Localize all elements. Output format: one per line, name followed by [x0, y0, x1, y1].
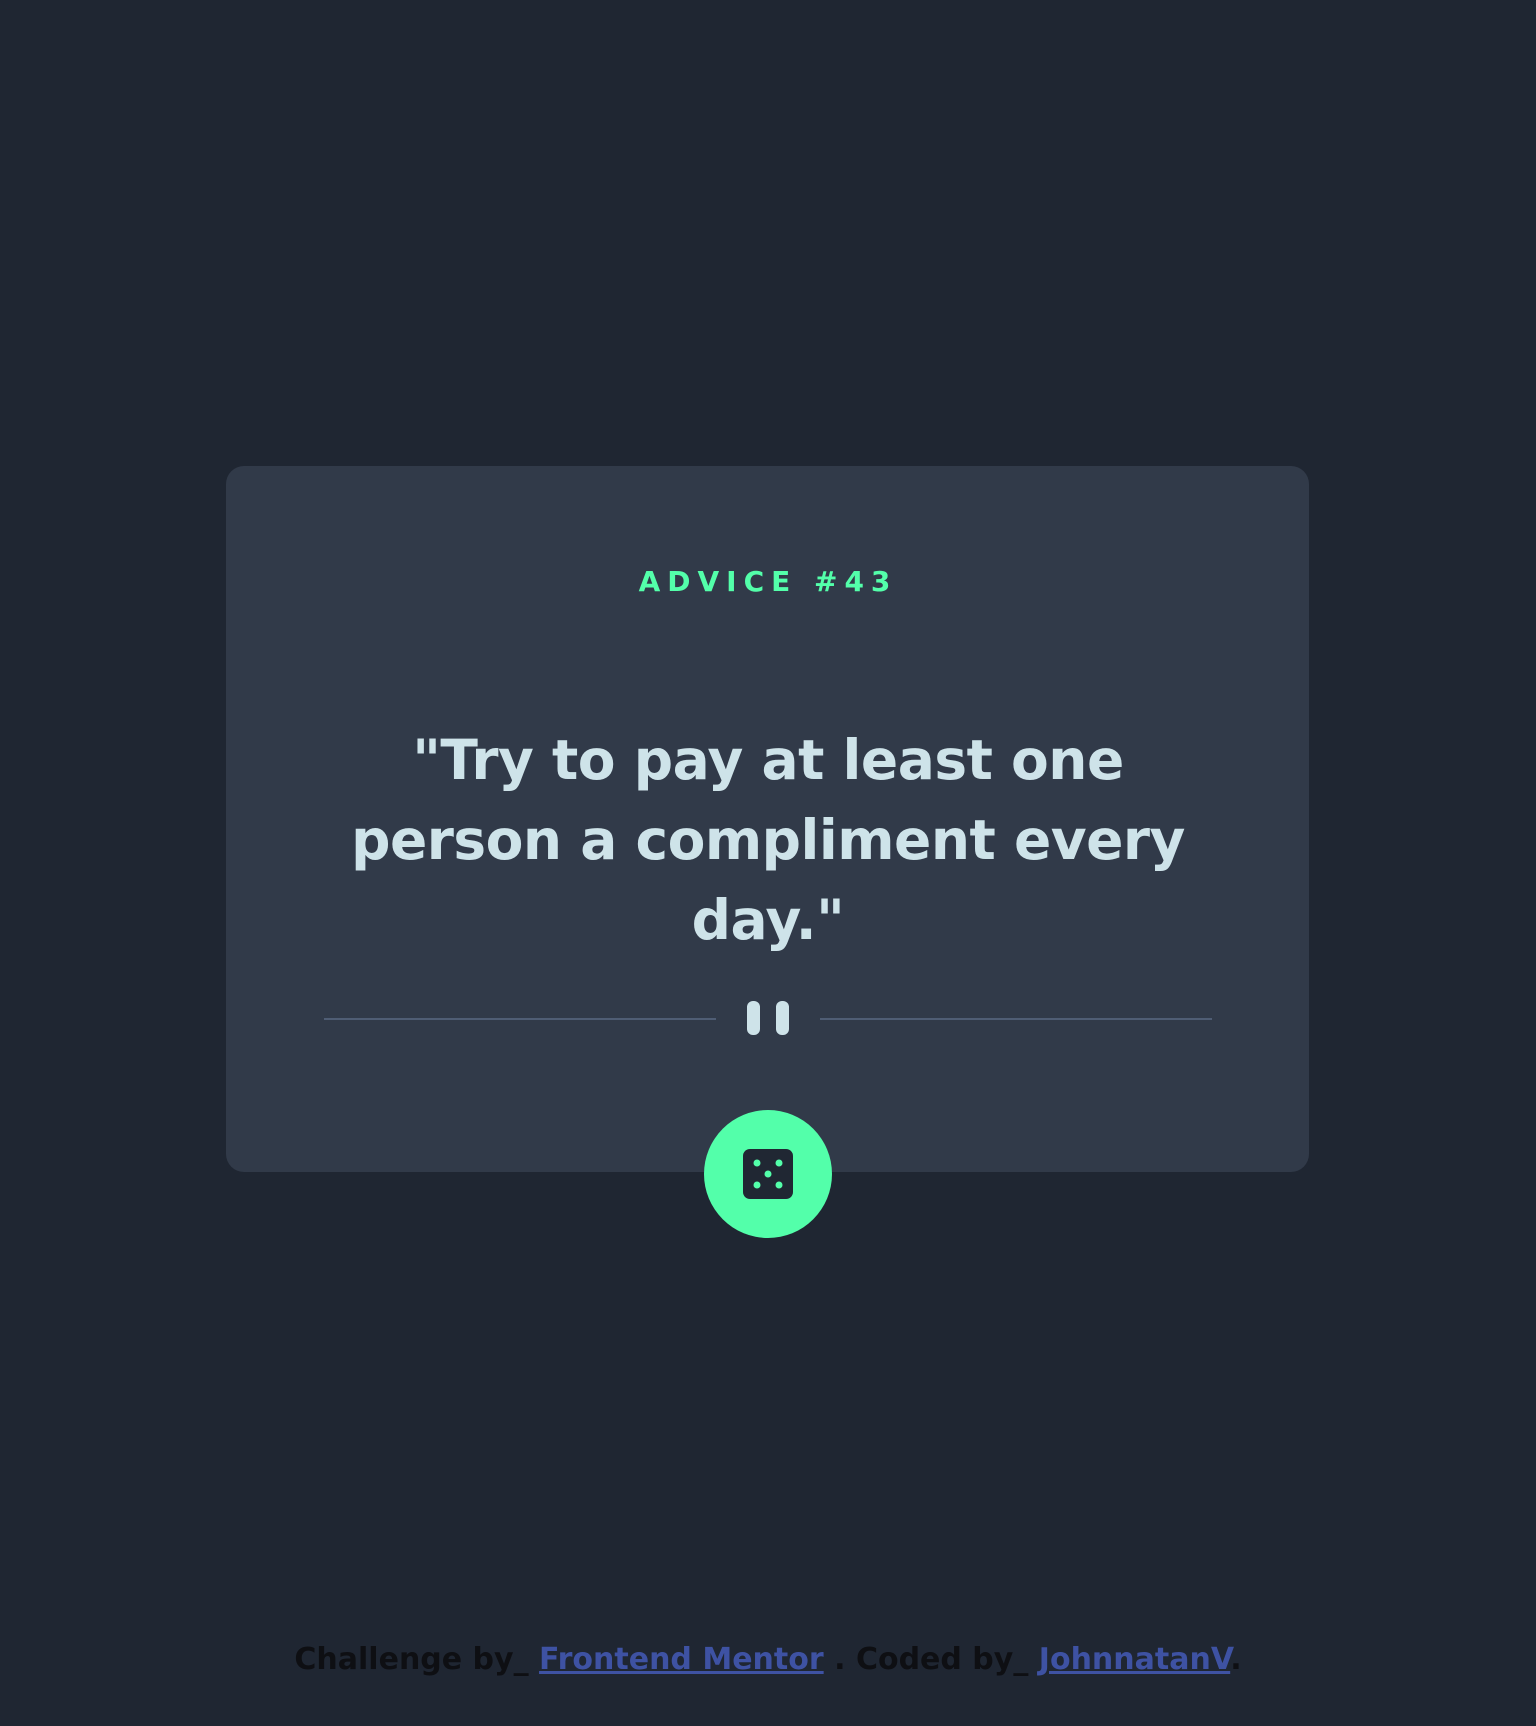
divider-left	[324, 1018, 716, 1020]
new-advice-button[interactable]	[704, 1110, 832, 1238]
frontend-mentor-link[interactable]: Frontend Mentor	[539, 1642, 824, 1677]
attribution: Challenge by_ Frontend Mentor . Coded by…	[0, 1640, 1536, 1680]
attribution-suffix: .	[1230, 1642, 1242, 1677]
author-link[interactable]: JohnnatanV	[1039, 1642, 1230, 1677]
advice-title: ADVICE #43	[638, 565, 898, 598]
pause-icon	[747, 1001, 789, 1035]
challenge-prefix: Challenge by_	[294, 1642, 540, 1677]
dice-icon	[743, 1149, 793, 1199]
coded-prefix: . Coded by_	[823, 1642, 1039, 1677]
advice-quote: "Try to pay at least one person a compli…	[351, 728, 1185, 952]
divider-right	[820, 1018, 1212, 1020]
